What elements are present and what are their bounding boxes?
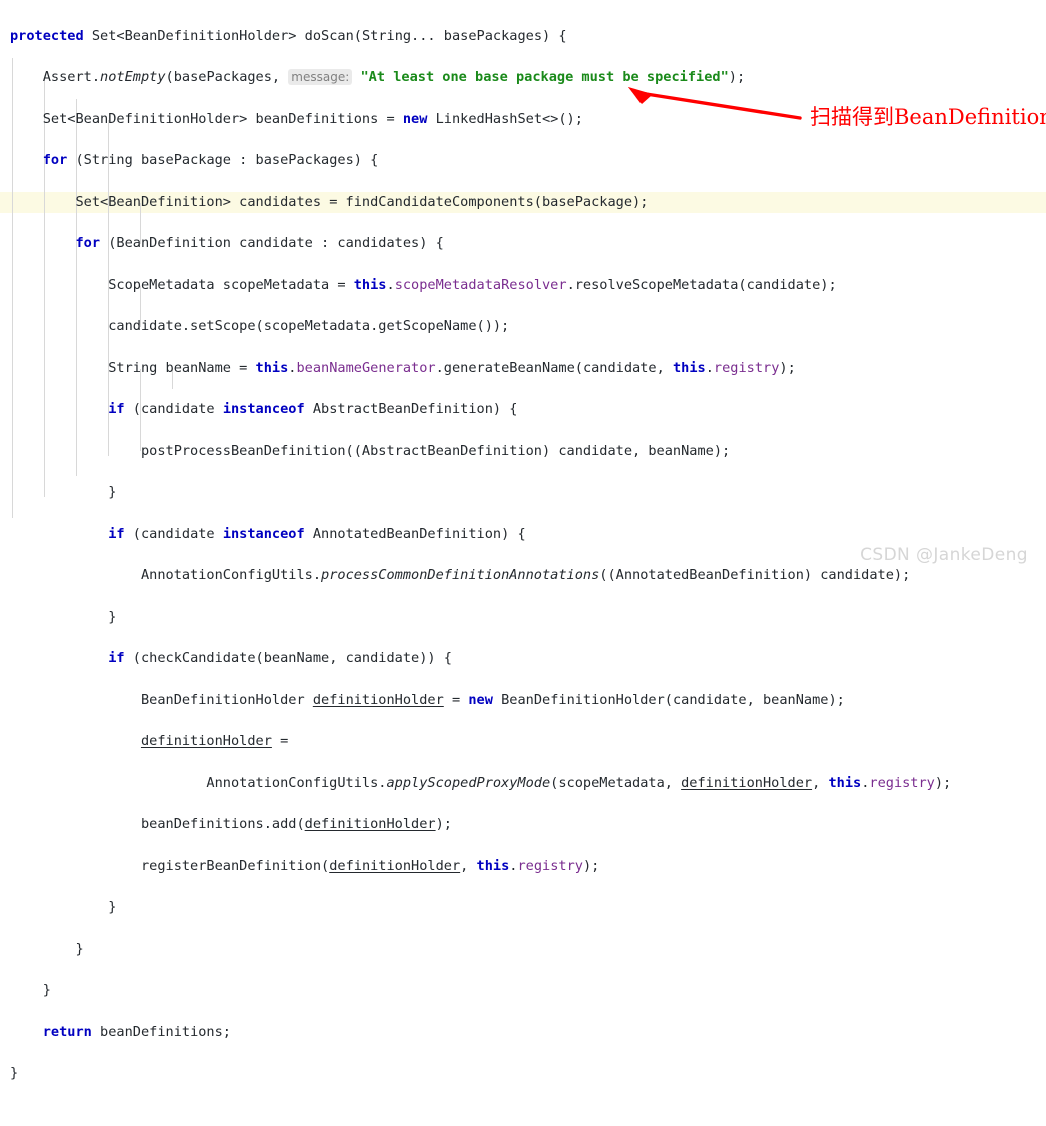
code-editor-viewport[interactable]: protected Set<BeanDefinitionHolder> doSc… [0, 0, 1046, 1081]
code-line[interactable]: BeanDefinitionHolder definitionHolder = … [0, 690, 951, 711]
code-line[interactable]: registerBeanDefinition(definitionHolder,… [0, 856, 951, 877]
code-line[interactable]: return beanDefinitions; [0, 1022, 951, 1043]
code-line[interactable]: for (String basePackage : basePackages) … [0, 150, 951, 171]
code-line[interactable]: protected Set<BeanDefinitionHolder> doSc… [0, 26, 951, 47]
code-line[interactable]: Set<BeanDefinition> candidates = findCan… [0, 192, 951, 213]
watermark-label: CSDN @JankeDeng [860, 545, 1028, 565]
code-line[interactable]: } [0, 939, 951, 960]
code-line[interactable]: postProcessBeanDefinition((AbstractBeanD… [0, 441, 951, 462]
code-line[interactable]: AnnotationConfigUtils.applyScopedProxyMo… [0, 773, 951, 794]
inlay-hint-message: message: [288, 69, 353, 86]
code-line[interactable]: Set<BeanDefinitionHolder> beanDefinition… [0, 109, 951, 130]
code-line[interactable]: } [0, 1063, 951, 1084]
code-line[interactable]: } [0, 980, 951, 1001]
code-line[interactable]: candidate.setScope(scopeMetadata.getScop… [0, 316, 951, 337]
code-line[interactable]: if (candidate instanceof AnnotatedBeanDe… [0, 524, 951, 545]
code-line[interactable]: } [0, 482, 951, 503]
code-line[interactable]: } [0, 607, 951, 628]
code-line[interactable]: for (BeanDefinition candidate : candidat… [0, 233, 951, 254]
code-line[interactable]: Assert.notEmpty(basePackages, message: "… [0, 67, 951, 88]
code-line[interactable]: definitionHolder = [0, 731, 951, 752]
code-line[interactable]: beanDefinitions.add(definitionHolder); [0, 814, 951, 835]
code-line[interactable]: if (candidate instanceof AbstractBeanDef… [0, 399, 951, 420]
code-line[interactable]: AnnotationConfigUtils.processCommonDefin… [0, 565, 951, 586]
code-line[interactable]: if (checkCandidate(beanName, candidate))… [0, 648, 951, 669]
code-line[interactable]: String beanName = this.beanNameGenerator… [0, 358, 951, 379]
code-content[interactable]: protected Set<BeanDefinitionHolder> doSc… [0, 0, 951, 1126]
code-line[interactable]: } [0, 897, 951, 918]
annotation-label: 扫描得到BeanDefinition [810, 105, 1046, 129]
code-line[interactable]: ScopeMetadata scopeMetadata = this.scope… [0, 275, 951, 296]
